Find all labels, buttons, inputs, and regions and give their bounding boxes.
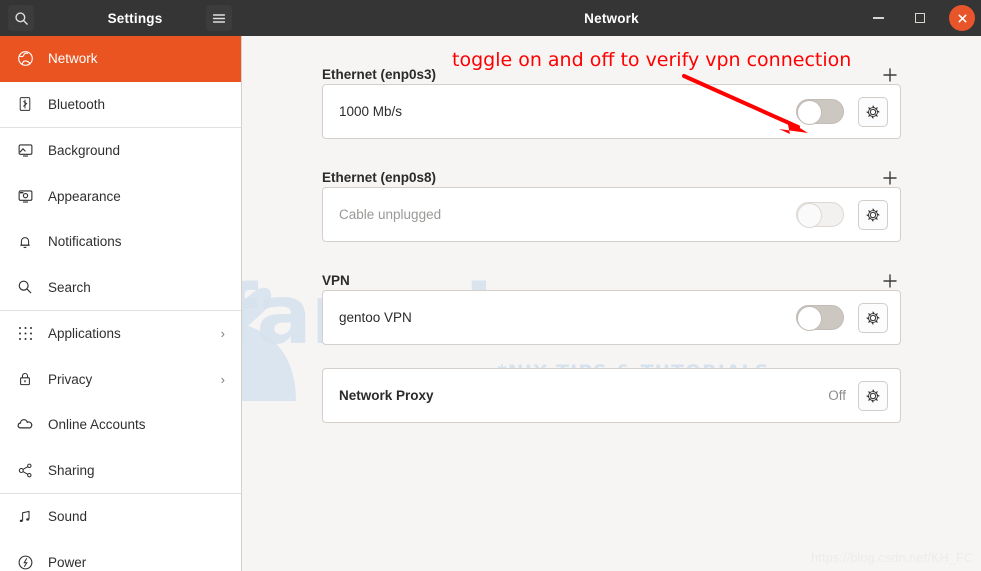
window-controls [865,0,975,36]
lock-icon [14,368,36,390]
vpn-toggle[interactable] [796,305,844,331]
section-header-vpn: VPN [322,256,901,290]
vpn-name-label: gentoo VPN [339,310,412,325]
hamburger-menu-icon[interactable] [206,5,232,31]
section-title: VPN [322,273,350,288]
sidebar-item-bluetooth[interactable]: Bluetooth [0,82,241,128]
cloud-icon [14,414,36,436]
sidebar-item-label: Power [48,554,87,570]
sidebar-item-label: Privacy [48,371,93,387]
chevron-right-icon: › [220,326,225,342]
sidebar-item-label: Notifications [48,234,122,250]
sidebar-item-network[interactable]: Network [0,36,241,82]
minimize-button[interactable] [865,5,891,31]
ethernet-enp0s8-settings-gear-icon[interactable] [858,199,888,230]
ethernet-enp0s8-row: Cable unplugged [322,187,901,242]
magnifier-icon [14,276,36,298]
sidebar-item-label: Sharing [48,462,95,478]
sidebar-item-sharing[interactable]: Sharing [0,448,241,494]
bluetooth-icon [14,93,36,115]
sections-container: Ethernet (enp0s3) 1000 Mb/s Ethernet (en… [242,36,981,423]
globe-icon [14,48,36,70]
sidebar-item-label: Sound [48,509,88,525]
sidebar: Network Bluetooth Background Appearance … [0,36,242,571]
title-bar: Settings Network [0,0,981,36]
sidebar-item-sound[interactable]: Sound [0,494,241,540]
cable-status-label: Cable unplugged [339,207,442,222]
sidebar-item-online-accounts[interactable]: Online Accounts [0,402,241,448]
ethernet-enp0s8-toggle[interactable] [796,202,844,228]
titlebar-content-section: Network [242,0,981,36]
sidebar-item-label: Bluetooth [48,96,106,112]
music-note-icon [14,506,36,528]
add-ethernet-enp0s8-button[interactable] [879,167,901,189]
network-proxy-row: Network Proxy Off [322,368,901,423]
vpn-settings-gear-icon[interactable] [858,302,888,333]
sidebar-item-label: Appearance [48,188,121,204]
network-proxy-value: Off [828,388,846,403]
red-arrow-icon [682,74,808,134]
sidebar-item-search[interactable]: Search [0,265,241,311]
url-watermark: https://blog.csdn.net/KH_FC [811,551,973,565]
sidebar-item-label: Background [48,143,121,159]
sidebar-item-power[interactable]: Power [0,540,241,571]
network-proxy-label: Network Proxy [339,388,434,403]
network-proxy-settings-gear-icon[interactable] [858,380,888,411]
ethernet-enp0s3-settings-gear-icon[interactable] [858,96,888,127]
share-nodes-icon [14,459,36,481]
sidebar-item-privacy[interactable]: Privacy › [0,357,241,403]
sidebar-item-label: Online Accounts [48,417,146,433]
section-title: Ethernet (enp0s3) [322,67,437,82]
section-title: Ethernet (enp0s8) [322,170,437,185]
sidebar-item-label: Applications [48,326,121,342]
chevron-right-icon: › [220,371,225,387]
sidebar-item-notifications[interactable]: Notifications [0,219,241,265]
power-icon [14,551,36,571]
sidebar-item-applications[interactable]: Applications › [0,311,241,357]
monitor-icon [14,140,36,162]
appearance-icon [14,185,36,207]
vpn-row: gentoo VPN [322,290,901,345]
section-header-ethernet-enp0s8: Ethernet (enp0s8) [322,153,901,187]
titlebar-sidebar-section: Settings [0,0,242,36]
sidebar-item-label: Search [48,279,91,295]
sidebar-item-background[interactable]: Background [0,128,241,174]
add-ethernet-enp0s3-button[interactable] [879,64,901,86]
grid-dots-icon [14,323,36,345]
annotation-text: toggle on and off to verify vpn connecti… [452,49,852,71]
maximize-button[interactable] [907,5,933,31]
network-settings-panel: Kifarunix *NIX TIPS & TUTORIALS https://… [242,36,981,571]
bell-icon [14,231,36,253]
sidebar-item-label: Network [48,51,98,67]
settings-window: Settings Network Network Bluetooth Backg… [0,0,981,571]
close-button[interactable] [949,5,975,31]
add-vpn-button[interactable] [879,270,901,292]
sidebar-item-appearance[interactable]: Appearance [0,174,241,220]
